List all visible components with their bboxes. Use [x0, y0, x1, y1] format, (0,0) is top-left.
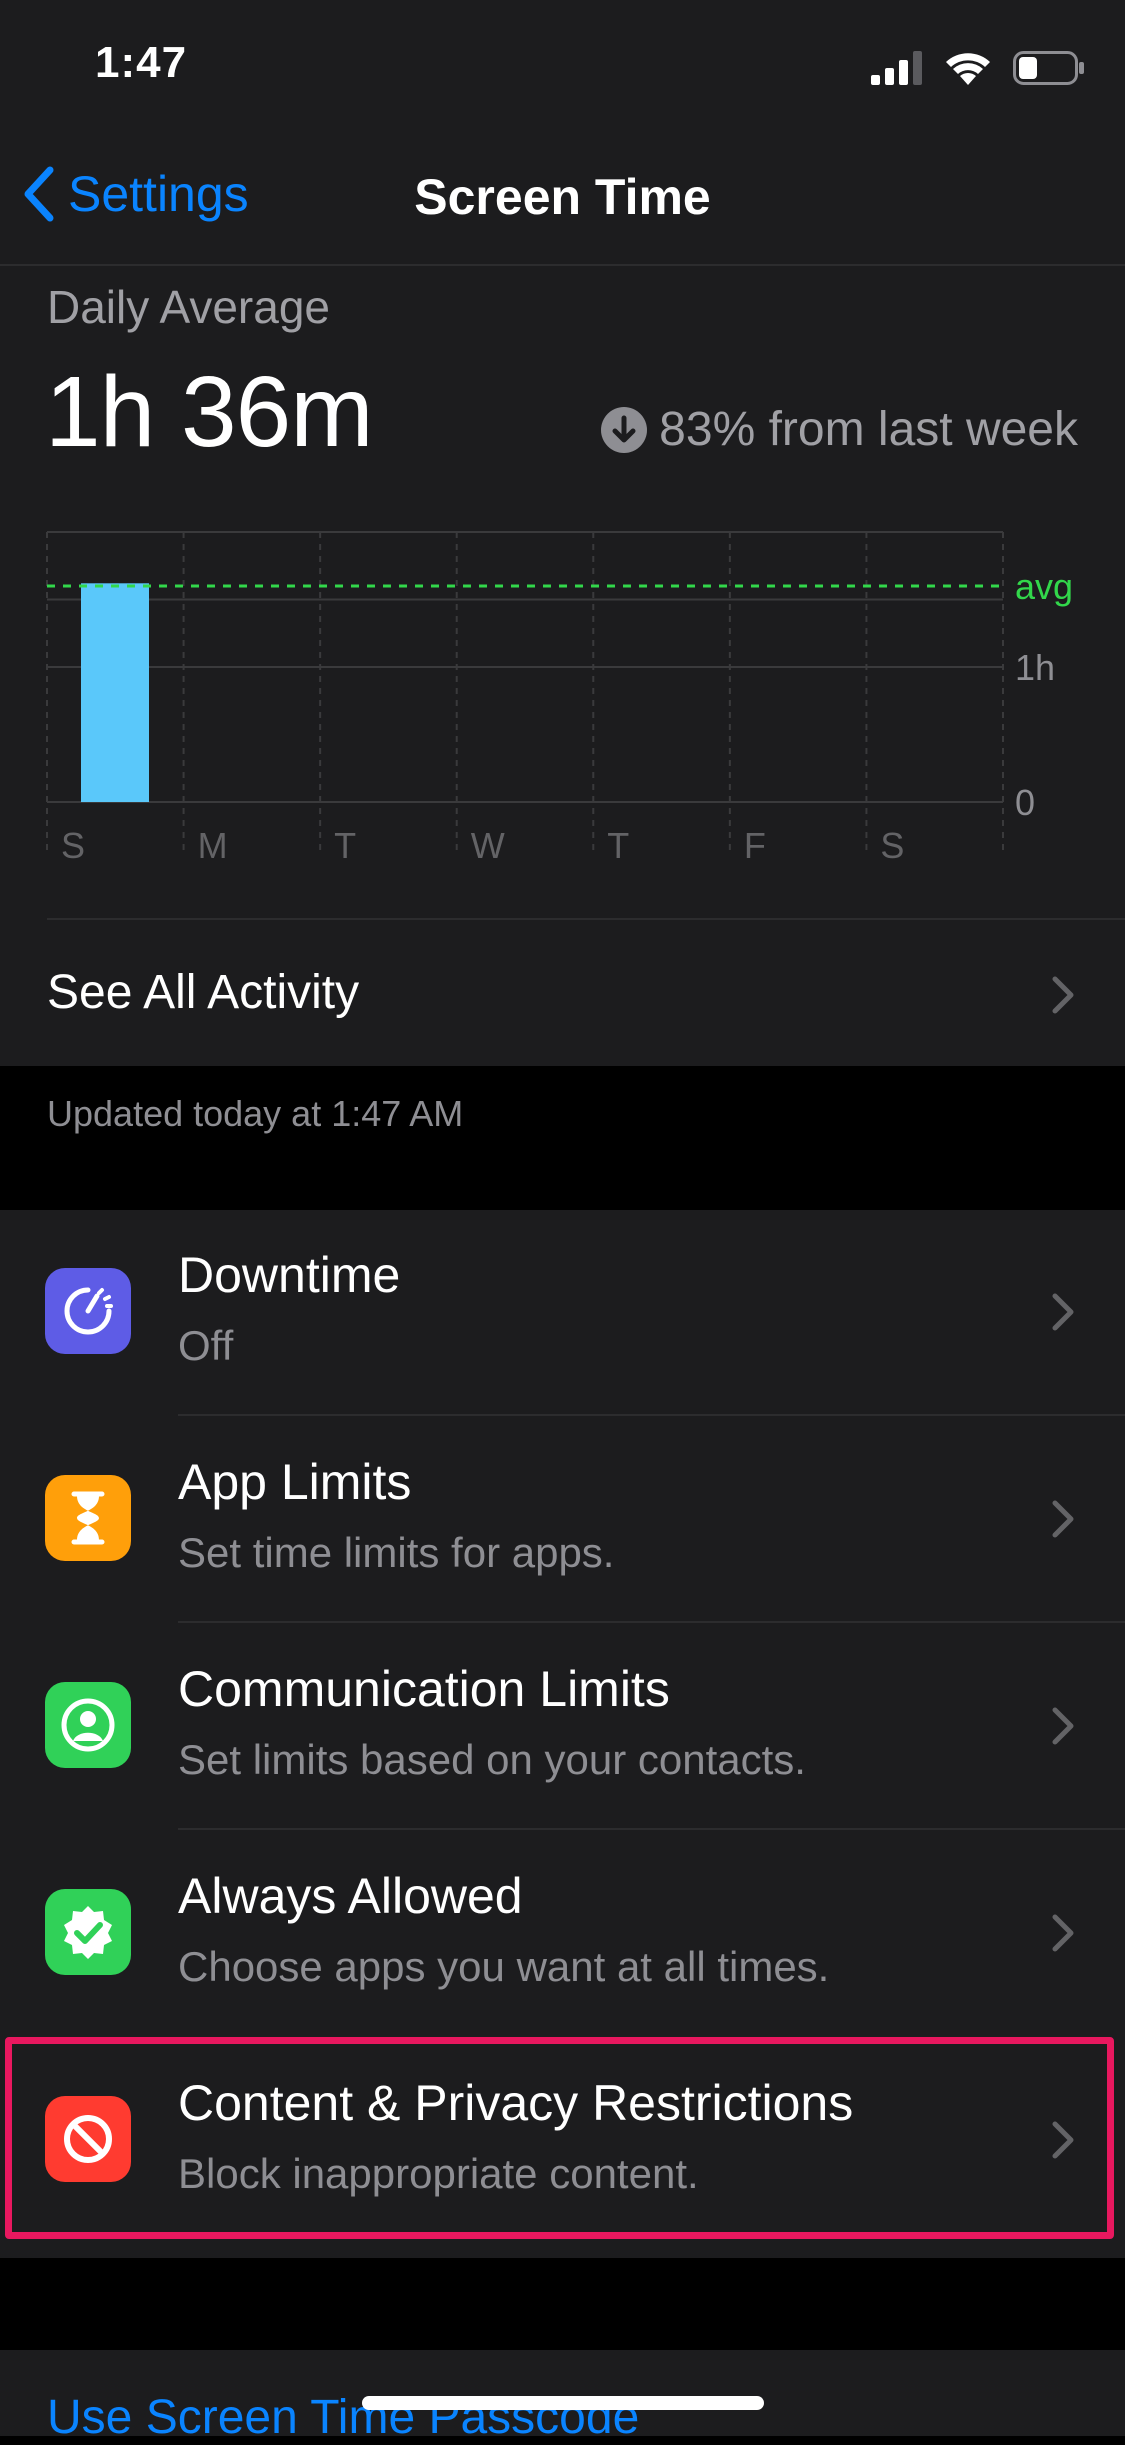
downtime-title: Downtime [178, 1247, 401, 1303]
home-indicator [362, 2396, 764, 2410]
communication-limits-title: Communication Limits [178, 1661, 670, 1717]
weekly-change-text: 83% from last week [659, 403, 1078, 456]
chart-x-tick-label: S [61, 825, 85, 866]
always-allowed-row[interactable]: Always Allowed Choose apps you want at a… [0, 1831, 1125, 2037]
battery-icon [1013, 50, 1085, 90]
weekly-change: 83% from last week [601, 402, 1078, 457]
downtime-subtitle: Off [178, 1322, 234, 1369]
wifi-icon [945, 51, 991, 90]
downtime-row[interactable]: Downtime Off [0, 1210, 1125, 1416]
hourglass-icon [45, 1475, 131, 1561]
status-icons [871, 50, 1085, 90]
chart-x-tick-label: T [334, 825, 356, 866]
chart-x-tick-label: W [471, 825, 505, 866]
row-separator [178, 1621, 1125, 1623]
daily-average-label: Daily Average [47, 281, 330, 333]
chevron-right-icon [1052, 1707, 1074, 1745]
see-all-activity-label: See All Activity [47, 966, 360, 1019]
highlight-box [5, 2037, 1114, 2239]
chevron-right-icon [1052, 1293, 1074, 1331]
chart-average-label: avg [1015, 566, 1073, 607]
checkmark-seal-icon [45, 1889, 131, 1975]
status-time: 1:47 [95, 38, 188, 87]
chevron-right-icon [1052, 1500, 1074, 1538]
person-circle-icon [45, 1682, 131, 1768]
chart-x-tick-label: M [198, 825, 228, 866]
chevron-right-icon [1052, 1914, 1074, 1952]
daily-average-value: 1h 36m [45, 356, 374, 468]
communication-limits-row[interactable]: Communication Limits Set limits based on… [0, 1624, 1125, 1830]
always-allowed-title: Always Allowed [178, 1868, 523, 1924]
usage-chart: avg 1h 0 S M T W T F S [46, 531, 1073, 866]
chevron-right-icon [1052, 976, 1074, 1014]
chart-y-tick-label: 0 [1015, 782, 1035, 823]
row-separator [178, 1828, 1125, 1830]
chart-x-tick-label: T [607, 825, 629, 866]
chart-x-tick-label: F [744, 825, 766, 866]
page-title: Screen Time [414, 169, 711, 225]
chart-y-tick-label: 1h [1015, 647, 1055, 688]
row-separator [178, 1414, 1125, 1416]
chart-bar [81, 583, 149, 802]
chart-x-tick-label: S [880, 825, 904, 866]
communication-limits-subtitle: Set limits based on your contacts. [178, 1736, 806, 1783]
downtime-icon [45, 1268, 131, 1354]
arrow-down-circle-icon [601, 406, 648, 453]
always-allowed-subtitle: Choose apps you want at all times. [178, 1943, 830, 1990]
app-limits-subtitle: Set time limits for apps. [178, 1529, 615, 1576]
app-limits-title: App Limits [178, 1454, 412, 1510]
updated-timestamp: Updated today at 1:47 AM [47, 1093, 464, 1134]
app-limits-row[interactable]: App Limits Set time limits for apps. [0, 1417, 1125, 1623]
cellular-signal-icon [871, 50, 923, 90]
